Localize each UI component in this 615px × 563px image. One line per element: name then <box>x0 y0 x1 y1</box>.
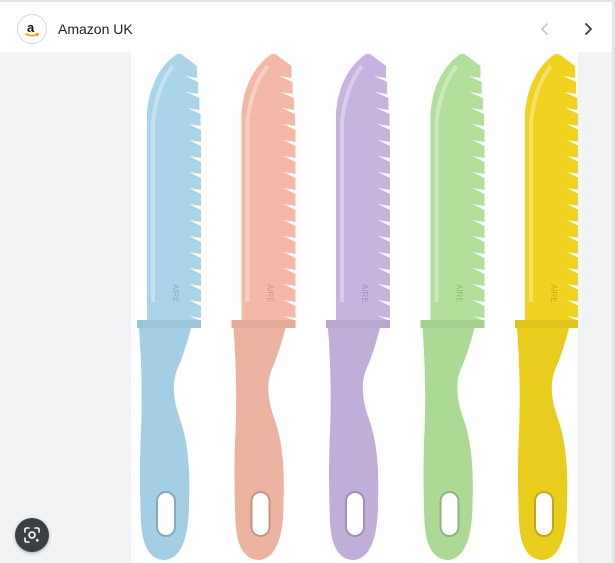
amazon-logo-icon[interactable]: a <box>17 14 47 44</box>
visual-search-icon <box>24 527 40 543</box>
handle-hole <box>534 491 554 537</box>
svg-text:a: a <box>27 20 35 35</box>
knife-marking: AIRE <box>266 284 275 303</box>
product-image[interactable]: AIRE AIRE AIRE AIRE AIRE <box>131 52 578 563</box>
knife-marking: AIRE <box>171 284 180 303</box>
knife-marking: AIRE <box>549 284 558 303</box>
source-site-name[interactable]: Amazon UK <box>58 21 133 37</box>
chevron-left-icon <box>541 23 548 35</box>
knife-blade <box>241 54 296 320</box>
handle-hole <box>439 491 460 537</box>
knife-4: AIRE <box>420 54 485 560</box>
visual-search-button[interactable] <box>15 518 49 552</box>
knife-set-illustration: AIRE AIRE AIRE AIRE AIRE <box>137 54 578 560</box>
source-header[interactable]: a Amazon UK <box>0 2 615 52</box>
knife-blade <box>336 54 390 320</box>
knife-marking: AIRE <box>360 284 369 303</box>
knife-blade <box>430 54 485 320</box>
handle-hole <box>156 491 176 537</box>
previous-image-button[interactable] <box>532 16 558 42</box>
next-image-button[interactable] <box>575 16 601 42</box>
chevron-right-icon <box>585 23 592 35</box>
knife-2: AIRE <box>231 54 296 560</box>
handle-hole <box>250 491 271 537</box>
knife-blade <box>147 54 201 320</box>
image-preview-panel: a Amazon UK AIRE AIRE AIRE AIRE AIRE <box>0 0 615 563</box>
handle-hole <box>345 491 365 537</box>
knife-5: AIRE <box>515 54 578 560</box>
knife-1: AIRE <box>137 54 201 560</box>
knife-marking: AIRE <box>455 284 464 303</box>
knife-3: AIRE <box>326 54 390 560</box>
